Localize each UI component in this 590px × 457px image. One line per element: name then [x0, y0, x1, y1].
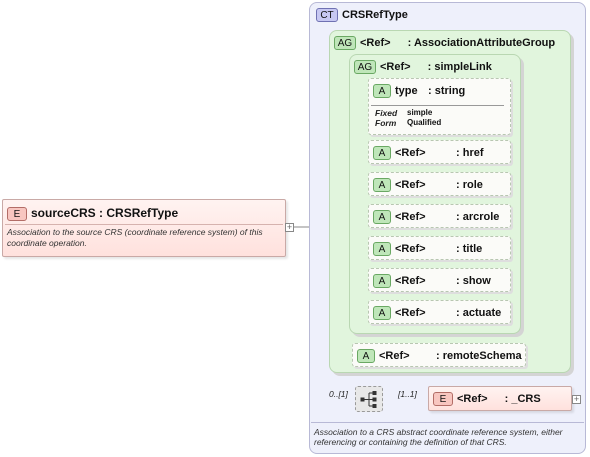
attribute-ref: <Ref>: [379, 350, 410, 362]
simple-link-ref: <Ref>: [380, 61, 411, 73]
element-cardinality: [1..1]: [398, 389, 417, 399]
attribute-badge-icon: A: [357, 349, 375, 364]
title-attribute[interactable]: A <Ref> : title: [368, 236, 511, 260]
actuate-attribute[interactable]: A <Ref> : actuate: [368, 300, 511, 324]
attribute-group-badge-icon: AG: [334, 36, 356, 51]
source-crs-title: EsourceCRS : CRSRefType: [7, 204, 178, 222]
attribute-badge-icon: A: [373, 178, 391, 193]
attribute-type: : role: [456, 179, 483, 191]
source-crs-element[interactable]: EsourceCRS : CRSRefType Association to t…: [2, 199, 286, 257]
sequence-cardinality: 0..[1]: [329, 389, 348, 399]
abstract-crs-ref: <Ref>: [457, 393, 488, 405]
remote-schema-attribute[interactable]: A <Ref> : remoteSchema: [352, 343, 526, 367]
attribute-type: : remoteSchema: [436, 350, 522, 362]
divider: [311, 422, 584, 423]
attribute-badge-icon: A: [373, 210, 391, 225]
fixed-value: simple: [407, 108, 433, 117]
fixed-label: Fixed: [375, 108, 398, 118]
attribute-type: : actuate: [456, 307, 502, 319]
attribute-type: : href: [456, 147, 484, 159]
association-group-ref: <Ref>: [360, 37, 391, 49]
abstract-crs-type: : _CRS: [504, 393, 541, 405]
element-badge-icon: E: [433, 392, 453, 407]
expand-icon[interactable]: +: [572, 395, 581, 404]
sequence-icon: [360, 391, 377, 408]
type-attribute-header: Atype : string: [373, 84, 465, 99]
attribute-type: : show: [456, 275, 491, 287]
role-attribute[interactable]: A <Ref> : role: [368, 172, 511, 196]
show-attribute[interactable]: A <Ref> : show: [368, 268, 511, 292]
attribute-badge-icon: A: [373, 242, 391, 257]
source-crs-name: sourceCRS: [31, 206, 96, 220]
source-crs-type: : CRSRefType: [99, 206, 179, 220]
attribute-badge-icon: A: [373, 274, 391, 289]
sequence-compositor-icon[interactable]: [355, 386, 383, 412]
attribute-badge-icon: A: [373, 306, 391, 321]
href-attribute[interactable]: A <Ref> : href: [368, 140, 511, 164]
attribute-badge-icon: A: [373, 84, 391, 99]
attribute-group-badge-icon: AG: [354, 60, 376, 75]
form-value: Qualified: [407, 118, 442, 127]
type-attribute[interactable]: Atype : string Fixed simple Form Qualifi…: [368, 78, 511, 135]
attribute-ref: <Ref>: [395, 243, 426, 255]
source-crs-documentation: Association to the source CRS (coordinat…: [7, 227, 263, 248]
simple-link-title: AG <Ref> : simpleLink: [354, 59, 492, 75]
element-badge-icon: E: [7, 206, 27, 221]
simple-link-type: : simpleLink: [427, 61, 492, 73]
complex-type-badge-icon: CT: [316, 8, 338, 23]
attribute-ref: <Ref>: [395, 275, 426, 287]
attribute-badge-icon: A: [373, 146, 391, 161]
divider: [5, 224, 283, 225]
expand-icon[interactable]: +: [285, 223, 294, 232]
divider: [371, 105, 504, 106]
attribute-ref: <Ref>: [395, 211, 426, 223]
attribute-ref: <Ref>: [395, 307, 426, 319]
attribute-type: : title: [456, 243, 483, 255]
complex-type-title: CT CRSRefType: [316, 7, 408, 23]
attribute-ref: <Ref>: [395, 147, 426, 159]
type-attribute-type: : string: [428, 85, 466, 97]
arcrole-attribute[interactable]: A <Ref> : arcrole: [368, 204, 511, 228]
form-label: Form: [375, 118, 397, 128]
attribute-ref: <Ref>: [395, 179, 426, 191]
association-group-title: AG <Ref> : AssociationAttributeGroup: [334, 35, 555, 51]
attribute-type: : arcrole: [456, 211, 500, 223]
complex-type-name: CRSRefType: [342, 9, 408, 21]
abstract-crs-element[interactable]: E <Ref> : _CRS: [428, 386, 572, 411]
complex-type-documentation: Association to a CRS abstract coordinate…: [314, 427, 563, 447]
association-group-type: : AssociationAttributeGroup: [407, 37, 556, 49]
type-attribute-name: type: [395, 85, 418, 97]
